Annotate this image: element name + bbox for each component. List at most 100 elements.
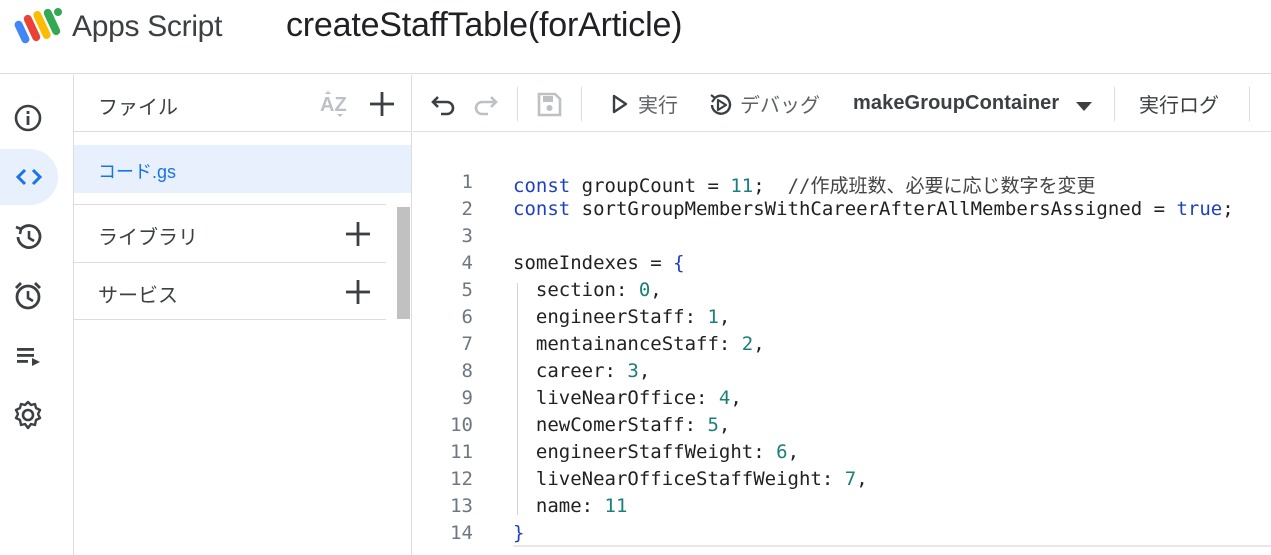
- code-token: ,: [718, 414, 731, 436]
- code-line[interactable]: 8 career: 3,: [413, 360, 1271, 387]
- code-token: ,: [787, 441, 800, 463]
- line-number: 14: [450, 522, 473, 544]
- code-icon: [15, 168, 43, 186]
- code-token: 0: [638, 279, 651, 301]
- line-number: 10: [450, 414, 473, 436]
- services-label: サービス: [98, 285, 178, 307]
- code-token: 11: [730, 175, 754, 197]
- function-select-value: makeGroupContainer: [853, 92, 1060, 114]
- code-text: const sortGroupMembersWithCareerAfterAll…: [513, 198, 1234, 220]
- code-token: newComerStaff:: [513, 414, 708, 436]
- code-token: ;: [753, 175, 788, 197]
- code-line[interactable]: 12 liveNearOfficeStaffWeight: 7,: [413, 468, 1271, 495]
- code-text: }: [513, 522, 524, 544]
- history-icon: [15, 224, 42, 249]
- code-line[interactable]: 4 someIndexes = {: [413, 252, 1271, 279]
- add-service-icon[interactable]: [343, 277, 373, 307]
- code-token: const: [513, 175, 571, 197]
- services-section[interactable]: サービス: [74, 262, 386, 320]
- add-file-icon[interactable]: [367, 89, 397, 119]
- undo-icon[interactable]: [429, 89, 459, 119]
- executions-button[interactable]: [0, 328, 56, 384]
- sort-az-icon[interactable]: AZ: [318, 89, 350, 119]
- code-line[interactable]: 9 liveNearOffice: 4,: [413, 387, 1271, 414]
- toolbar-separator: [1249, 87, 1250, 121]
- code-token: liveNearOffice:: [513, 387, 719, 409]
- file-item-code-gs[interactable]: コード.gs: [74, 145, 411, 193]
- code-token: true: [1176, 198, 1223, 220]
- info-icon: [14, 104, 42, 132]
- files-title: ファイル: [98, 97, 178, 119]
- code-token: ,: [650, 279, 662, 301]
- code-text: engineerStaff: 1,: [513, 306, 731, 328]
- code-line[interactable]: 3: [413, 225, 1271, 252]
- apps-script-logo[interactable]: [14, 6, 64, 46]
- app-name: Apps Script: [72, 10, 223, 43]
- overview-button[interactable]: [0, 90, 56, 146]
- code-token: mentainanceStaff:: [513, 333, 742, 355]
- line-number: 7: [461, 333, 473, 355]
- line-number: 5: [461, 279, 473, 301]
- history-button[interactable]: [0, 209, 56, 265]
- save-icon[interactable]: [534, 89, 564, 119]
- code-token: engineerStaff:: [513, 306, 708, 328]
- code-editor[interactable]: 1 const groupCount = 11; //作成班数、必要に応じ数字を変…: [413, 133, 1271, 555]
- code-token: ,: [638, 360, 651, 382]
- play-icon: [612, 94, 628, 114]
- debug-icon: [710, 94, 732, 115]
- line-number: 9: [461, 387, 473, 409]
- toolbar-separator: [581, 87, 582, 121]
- caret-down-icon: [1076, 102, 1092, 111]
- code-line[interactable]: 13 name: 11: [413, 495, 1271, 522]
- editor-toolbar: 実行 デバッグ makeGroupContainer 実行ログ: [413, 75, 1271, 132]
- code-token: }: [513, 522, 525, 544]
- code-line[interactable]: 14}: [413, 522, 1271, 549]
- code-text: career: 3,: [513, 360, 650, 382]
- code-token: engineerStaffWeight:: [513, 441, 777, 463]
- add-library-icon[interactable]: [343, 219, 373, 249]
- code-text: liveNearOffice: 4,: [513, 387, 742, 409]
- app-header: Apps Script createStaffTable(forArticle): [0, 0, 1271, 74]
- line-number: 2: [461, 198, 473, 220]
- code-token: const: [513, 198, 571, 220]
- code-token: ,: [753, 333, 765, 355]
- project-title[interactable]: createStaffTable(forArticle): [286, 6, 682, 45]
- redo-icon[interactable]: [470, 89, 500, 119]
- code-text: newComerStaff: 5,: [513, 414, 731, 436]
- code-token: 4: [718, 387, 731, 409]
- code-token: 6: [776, 441, 788, 463]
- code-line[interactable]: 1 const groupCount = 11; //作成班数、必要に応じ数字を変…: [413, 171, 1271, 198]
- code-token: 1: [707, 306, 719, 328]
- code-text: const groupCount = 11; //作成班数、必要に応じ数字を変更: [513, 171, 1095, 198]
- files-panel: ファイル AZ コード.gs ライブラリ サービス: [74, 75, 412, 555]
- code-line[interactable]: 10 newComerStaff: 5,: [413, 414, 1271, 441]
- code-token: career:: [513, 360, 628, 382]
- editor-button[interactable]: [0, 149, 58, 205]
- files-panel-scrollbar[interactable]: [397, 207, 410, 319]
- libraries-section[interactable]: ライブラリ: [74, 204, 386, 262]
- code-line[interactable]: 5 section: 0,: [413, 279, 1271, 306]
- execution-log-button[interactable]: 実行ログ: [1139, 89, 1219, 118]
- line-number: 13: [450, 495, 473, 517]
- code-token: someIndexes =: [513, 252, 674, 274]
- code-text: mentainanceStaff: 2,: [513, 333, 765, 355]
- toolbar-separator: [517, 87, 518, 121]
- executions-icon: [17, 348, 40, 366]
- code-line[interactable]: 11 engineerStaffWeight: 6,: [413, 441, 1271, 468]
- code-line[interactable]: 2 const sortGroupMembersWithCareerAfterAl…: [413, 198, 1271, 225]
- code-token: ,: [856, 468, 868, 490]
- code-line[interactable]: 6 engineerStaff: 1,: [413, 306, 1271, 333]
- code-text: someIndexes = {: [513, 252, 685, 274]
- settings-button[interactable]: [0, 387, 56, 443]
- code-token: ;: [1222, 198, 1234, 220]
- line-number: 1: [461, 171, 473, 193]
- debug-label: デバッグ: [740, 95, 820, 117]
- code-text: name: 11: [513, 495, 628, 517]
- section-divider: [74, 319, 386, 320]
- code-token: {: [673, 252, 685, 274]
- files-header: ファイル AZ: [74, 75, 411, 132]
- toolbar-separator: [1114, 87, 1115, 121]
- code-token: liveNearOfficeStaffWeight:: [513, 468, 845, 490]
- code-line[interactable]: 7 mentainanceStaff: 2,: [413, 333, 1271, 360]
- triggers-button[interactable]: [0, 268, 56, 324]
